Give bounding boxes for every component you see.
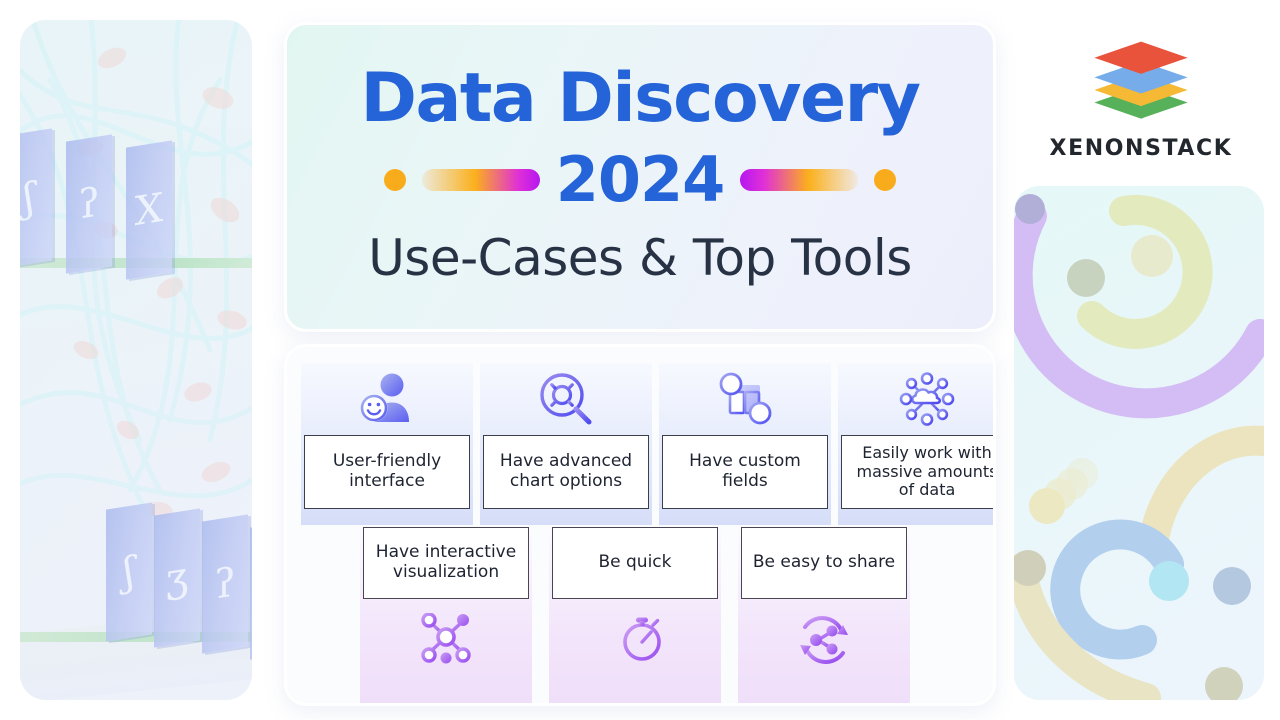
feature-card-interactive-visualization[interactable]: Have interactive visualization [360,527,532,703]
page-title: Data Discovery [360,59,921,138]
features-panel: User-friendly interface Have advanced ch… [284,344,996,706]
user-smile-icon [358,363,416,435]
feature-label: Easily work with massive amounts of data [841,435,993,509]
feature-card-custom-fields[interactable]: Have custom fields [659,363,831,525]
feature-label: Be easy to share [741,527,907,599]
poster-canvas: ʃ ʔ X ʃ ʒ ʔ X Data Discovery 2024 Use-Ca… [0,0,1280,720]
feature-card-massive-data[interactable]: Easily work with massive amounts of data [838,363,993,525]
brand-name: XENONSTACK [1049,135,1233,161]
data-slab: ʒ [154,508,200,648]
hero-title-card: Data Discovery 2024 Use-Cases & Top Tool… [284,22,996,332]
feature-card-easy-to-share[interactable]: Be easy to share [738,527,910,703]
data-slab: X [250,520,252,660]
feature-label: Have interactive visualization [363,527,529,599]
divider-dot-left-icon [383,169,406,191]
features-row-top: User-friendly interface Have advanced ch… [301,363,993,525]
stacked-layers-logo-icon [1094,41,1188,119]
node-graph-icon [418,599,474,681]
data-slab: ʃ [106,502,152,642]
left-decor-image: ʃ ʔ X ʃ ʒ ʔ X [20,20,252,700]
data-slab: X [126,140,172,280]
pastel-spirals-graphic [1014,186,1264,700]
feature-label: User-friendly interface [304,435,470,509]
data-slab: ʔ [202,514,248,654]
right-decor-image [1014,186,1264,700]
feature-card-advanced-chart-options[interactable]: Have advanced chart options [480,363,652,525]
feature-label: Have custom fields [662,435,828,509]
data-slab: ʃ [20,128,52,268]
features-row-bottom: Have interactive visualization Be quick … [360,527,910,703]
data-slab: ʔ [66,134,112,274]
divider-dot-right-icon [874,169,897,191]
center-column: Data Discovery 2024 Use-Cases & Top Tool… [276,14,1004,706]
feature-card-user-friendly-interface[interactable]: User-friendly interface [301,363,473,525]
fast-stopwatch-icon [606,599,664,681]
custom-fields-plus-minus-icon [717,363,773,435]
feature-label: Have advanced chart options [483,435,649,509]
divider-bar-right-icon [740,169,859,191]
year-divider-row: 2024 [287,149,993,211]
magnifier-gear-icon [538,363,594,435]
cloud-network-nodes-icon [898,363,956,435]
share-refresh-icon [796,599,852,681]
divider-bar-left-icon [421,169,540,191]
brand-logo: XENONSTACK [1026,24,1256,174]
hero-year: 2024 [555,143,726,216]
page-subtitle: Use-Cases & Top Tools [368,229,912,287]
feature-card-be-quick[interactable]: Be quick [549,527,721,703]
feature-label: Be quick [552,527,718,599]
